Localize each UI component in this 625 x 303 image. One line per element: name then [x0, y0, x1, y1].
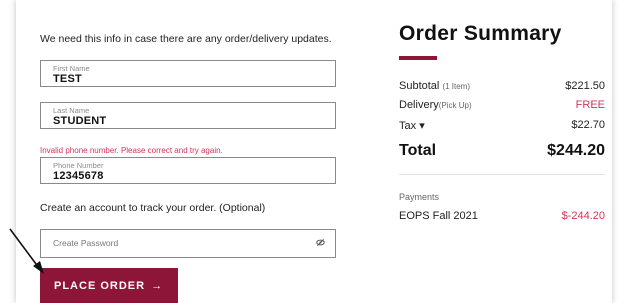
payments-label: Payments: [399, 192, 440, 202]
last-name-value: STUDENT: [53, 115, 107, 127]
phone-error-message: Invalid phone number. Please correct and…: [40, 146, 223, 155]
delivery-label: Delivery: [399, 99, 439, 111]
place-order-button[interactable]: PLACE ORDER →: [40, 268, 178, 303]
total-value: $244.20: [547, 142, 605, 159]
chevron-down-icon[interactable]: ▾: [419, 120, 425, 132]
tax-label: Tax: [399, 120, 417, 132]
title-accent-bar: [399, 56, 437, 60]
phone-number-label: Phone Number: [53, 161, 104, 170]
subtotal-label: Subtotal: [399, 80, 440, 92]
create-password-placeholder: Create Password: [53, 238, 119, 248]
first-name-label: First Name: [53, 64, 90, 73]
tax-value: $22.70: [571, 119, 605, 131]
info-text: We need this info in case there are any …: [40, 33, 332, 45]
total-label: Total: [399, 142, 437, 159]
delivery-method: (Pick Up): [438, 101, 472, 110]
subtotal-value: $221.50: [565, 80, 605, 92]
create-password-field[interactable]: Create Password: [40, 229, 336, 258]
place-order-label: PLACE ORDER: [54, 279, 146, 292]
order-summary: Order Summary Subtotal (1 Item) $221.50 …: [399, 0, 605, 303]
last-name-label: Last Name: [53, 106, 90, 115]
first-name-field[interactable]: First Name TEST: [40, 60, 336, 87]
first-name-value: TEST: [53, 73, 82, 85]
phone-number-value: 12345678: [53, 170, 104, 182]
phone-number-field[interactable]: Phone Number 12345678: [40, 157, 336, 184]
create-account-text: Create an account to track your order. (…: [40, 202, 266, 214]
subtotal-item-count: (1 Item): [442, 82, 470, 91]
summary-divider: [399, 174, 605, 175]
summary-title: Order Summary: [399, 22, 562, 45]
contact-form: We need this info in case there are any …: [40, 0, 370, 303]
last-name-field[interactable]: Last Name STUDENT: [40, 102, 336, 129]
arrow-right-icon: →: [151, 279, 164, 292]
delivery-value: FREE: [575, 99, 605, 111]
eye-slash-icon[interactable]: [316, 238, 325, 247]
payment-name: EOPS Fall 2021: [399, 210, 478, 222]
payment-amount: $-244.20: [561, 210, 605, 222]
